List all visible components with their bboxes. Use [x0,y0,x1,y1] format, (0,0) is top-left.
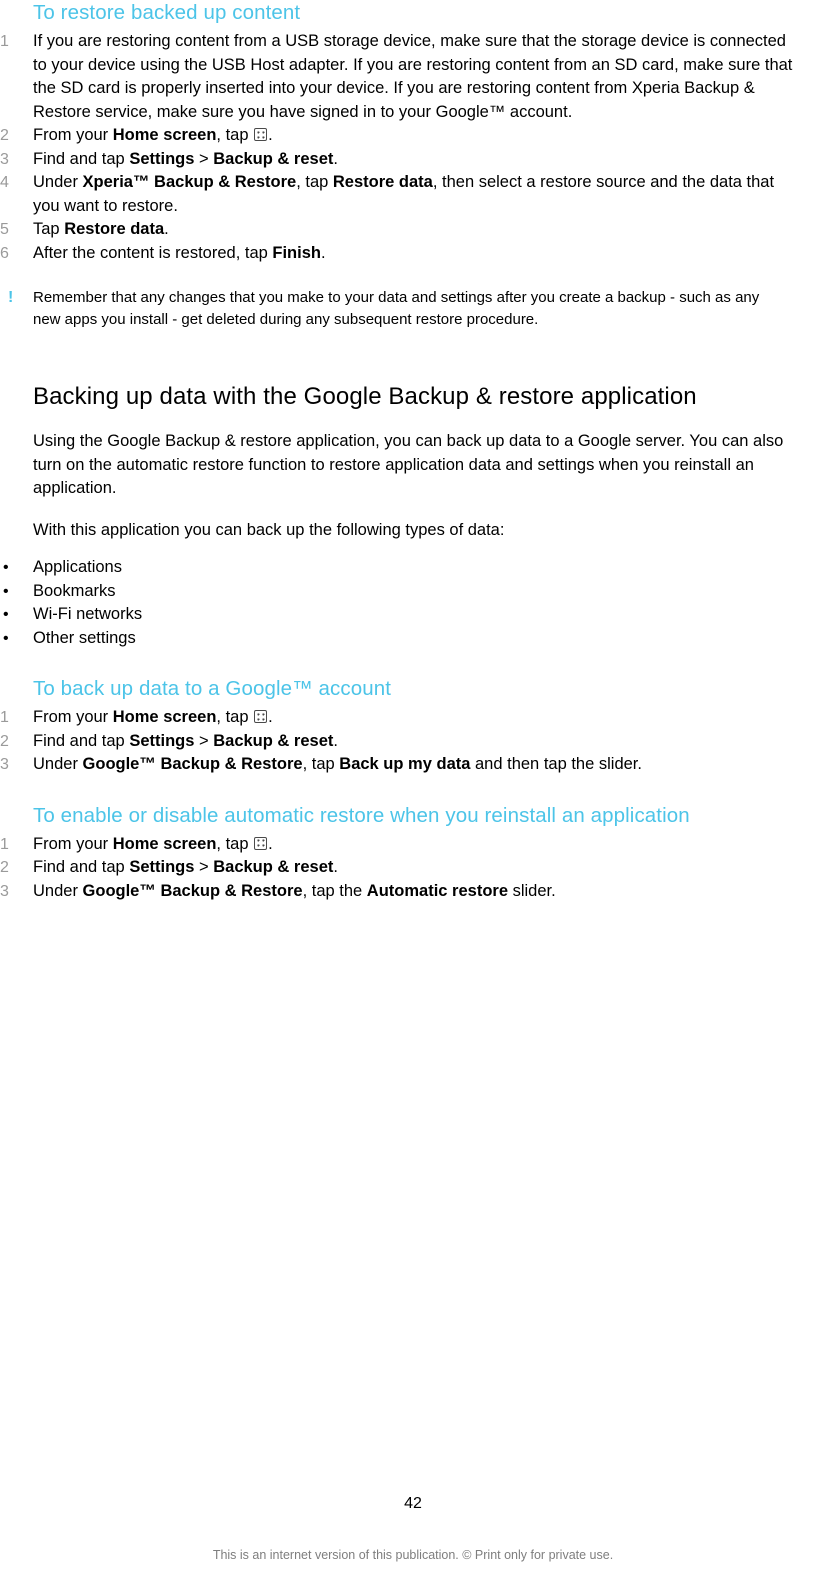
bullet-icon: • [3,629,9,647]
list-item: • Other settings [0,627,826,651]
heading-automatic-restore: To enable or disable automatic restore w… [33,803,690,827]
note-block: ! Remember that any changes that you mak… [8,287,826,330]
app-drawer-icon [254,710,268,723]
step-text: Under Google™ Backup & Restore, tap the … [33,881,556,900]
bullet-icon: • [3,559,9,576]
step-item: 4 Under Xperia™ Backup & Restore, tap Res… [0,171,826,218]
step-text: Find and tap Settings > Backup & reset. [33,149,338,168]
bullet-icon: • [3,582,9,600]
step-item: 3 Under Google™ Backup & Restore, tap the… [0,880,826,904]
step-number: 3 [0,882,9,900]
step-item: 2 Find and tap Settings > Backup & reset. [0,730,826,754]
emphasis-text: Backup & reset [213,149,334,168]
step-item: 1 If you are restoring content from a USB… [0,30,826,124]
step-text: Find and tap Settings > Backup & reset. [33,858,338,876]
step-item: 1 From your Home screen, tap . [0,833,826,857]
emphasis-text: Google™ Backup & Restore [82,755,303,773]
paragraph-data-types-intro: With this application you can back up th… [33,520,505,539]
list-data-types: • Applications • Bookmarks • Wi-Fi networks • O… [0,556,826,650]
emphasis-text: Restore data [64,220,165,238]
list-item: • Applications [0,556,826,580]
paragraph-google-intro: Using the Google Backup & restore applic… [33,432,784,497]
list-item-label: Applications [33,558,122,576]
step-item: 5 Tap Restore data. [0,218,826,242]
step-number: 6 [0,244,9,262]
step-item: 2 From your Home screen, tap . [0,124,826,148]
emphasis-text: Google™ Backup & Restore [82,881,303,900]
step-number: 1 [0,33,9,50]
app-drawer-icon [254,836,268,850]
emphasis-text: Backup & reset [213,858,334,876]
list-item-label: Other settings [33,628,136,647]
step-item: 6 After the content is restored, tap Fini… [0,242,826,266]
step-text: From your Home screen, tap . [33,708,273,726]
heading-back-up-to-google-account: To back up data to a Google™ account [33,677,392,700]
list-item-label: Wi-Fi networks [33,605,143,623]
document-page: To restore backed up content 1 If you are… [0,0,826,1590]
step-number: 3 [0,756,9,773]
step-number: 2 [0,127,9,144]
emphasis-text: Settings [129,731,195,750]
emphasis-text: Xperia™ Backup & Restore [82,173,297,191]
heading-google-backup-application: Backing up data with the Google Backup &… [33,383,697,410]
step-item: 1 From your Home screen, tap . [0,706,826,730]
step-item: 3 Under Google™ Backup & Restore, tap Bac… [0,753,826,777]
steps-back-up-to-google-account: 1 From your Home screen, tap . 2 Find and t… [0,706,826,777]
step-item: 2 Find and tap Settings > Backup & reset. [0,856,826,880]
emphasis-text: Restore data [332,173,433,191]
step-number: 4 [0,174,9,191]
list-item: • Wi-Fi networks [0,603,826,627]
heading-restore-backed-up-content: To restore backed up content [33,1,301,24]
list-item: • Bookmarks [0,580,826,604]
emphasis-text: Backup & reset [213,731,334,750]
steps-restore-backed-up-content: 1 If you are restoring content from a USB… [0,30,826,265]
step-text: From your Home screen, tap . [33,126,273,144]
bullet-icon: • [3,606,9,623]
page-content: To restore backed up content 1 If you are… [0,0,826,903]
emphasis-text: Back up my data [339,755,471,773]
emphasis-text: Automatic restore [366,881,508,900]
step-text: If you are restoring content from a USB … [33,32,793,121]
page-number: 42 [404,1495,422,1512]
emphasis-text: Home screen [112,708,217,726]
emphasis-text: Finish [272,243,321,262]
step-number: 2 [0,859,9,876]
step-text: Find and tap Settings > Backup & reset. [33,731,338,750]
steps-automatic-restore: 1 From your Home screen, tap . 2 Find and t… [0,833,826,904]
emphasis-text: Settings [129,858,195,876]
step-text: Under Xperia™ Backup & Restore, tap Rest… [33,173,775,215]
note-text: Remember that any changes that you make … [33,289,760,328]
emphasis-text: Home screen [112,834,217,853]
warning-icon: ! [8,289,14,306]
step-number: 2 [0,732,9,750]
emphasis-text: Settings [129,149,195,168]
footer-disclaimer: This is an internet version of this publ… [212,1548,614,1562]
app-drawer-icon [254,128,268,141]
step-text: After the content is restored, tap Finis… [33,243,326,262]
step-number: 3 [0,150,9,168]
step-number: 1 [0,709,9,726]
step-number: 5 [0,221,9,238]
step-text: Tap Restore data. [33,220,169,238]
step-text: From your Home screen, tap . [33,834,273,853]
list-item-label: Bookmarks [33,581,116,600]
step-text: Under Google™ Backup & Restore, tap Back… [33,755,642,773]
emphasis-text: Home screen [112,126,217,144]
step-number: 1 [0,835,9,853]
step-item: 3 Find and tap Settings > Backup & reset. [0,148,826,172]
